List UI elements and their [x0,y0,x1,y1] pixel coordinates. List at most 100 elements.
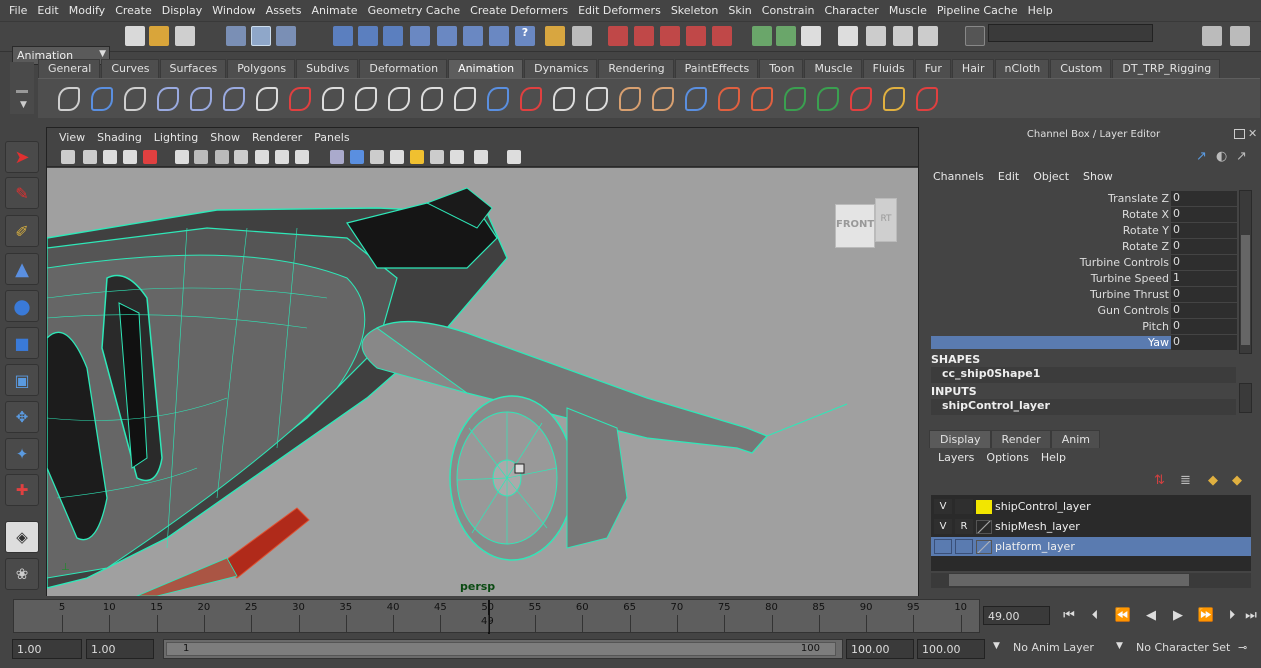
step-forward-key-icon[interactable]: ⏩ [1196,608,1216,626]
menu-edit-deformers[interactable]: Edit Deformers [573,4,666,17]
quick-select-icon[interactable] [965,26,985,46]
move-tool-button[interactable]: ▲ [5,253,39,285]
shelf-tab-painteffects[interactable]: PaintEffects [674,59,759,78]
shelf-tab-dynamics[interactable]: Dynamics [524,59,598,78]
layer-display-type-toggle[interactable] [955,499,973,514]
shelf-tab-ncloth[interactable]: nCloth [994,59,1050,78]
time-slider[interactable]: 49 5101520253035404550556065707580859095… [13,599,980,634]
lasso-tool-button[interactable]: ✎ [5,177,39,209]
cluster-icon[interactable] [751,87,773,111]
default-light-icon[interactable] [390,150,404,164]
layer-menu-help[interactable]: Help [1035,451,1072,464]
go-to-start-icon[interactable]: ⏮ [1059,608,1079,626]
bookmark-icon[interactable] [83,150,97,164]
layer-hscroll-thumb[interactable] [949,574,1189,586]
view-cube[interactable]: FRONT RT [835,198,897,248]
history-icon[interactable] [463,26,483,46]
anim-start-field[interactable]: 1.00 [86,639,154,659]
menu-create[interactable]: Create [110,4,157,17]
channel-row[interactable]: Rotate Z0 [931,238,1253,254]
layer-color-swatch[interactable] [976,499,992,514]
shape-node[interactable]: cc_ship0Shape1 [931,367,1236,383]
menu-modify[interactable]: Modify [64,4,110,17]
single-perspective-layout-button[interactable]: ◈ [5,521,39,553]
menu-display[interactable]: Display [157,4,208,17]
channel-value-field[interactable]: 0 [1171,190,1237,206]
rigid-bind-icon[interactable] [190,87,212,111]
menu-constrain[interactable]: Constrain [757,4,820,17]
render-settings-icon[interactable] [866,26,886,46]
select-tool-button[interactable]: ➤ [5,141,39,173]
smooth-shade-icon[interactable] [215,150,229,164]
menu-assets[interactable]: Assets [261,4,307,17]
shelf-tab-fur[interactable]: Fur [914,59,951,78]
menu-skin[interactable]: Skin [723,4,756,17]
snap-point-icon[interactable] [383,26,403,46]
show-manipulator-button[interactable]: ✦ [5,438,39,470]
ik-handle-icon[interactable] [91,87,113,111]
reroot-icon[interactable] [454,87,476,111]
shelf-tab-curves[interactable]: Curves [101,59,159,78]
end-time-field[interactable]: 100.00 [917,639,985,659]
channel-menu-object[interactable]: Object [1026,170,1076,186]
snap-curve-icon[interactable] [358,26,378,46]
snap-curve-magnet-icon[interactable] [634,26,654,46]
channel-row[interactable]: Rotate X0 [931,206,1253,222]
shelf-tab-hair[interactable]: Hair [951,59,994,78]
range-slider[interactable]: 1 100 [163,639,843,659]
shelf-tab-rendering[interactable]: Rendering [598,59,674,78]
channel-row[interactable]: Turbine Controls 0 [931,254,1253,270]
point-constraint-icon[interactable] [487,87,509,111]
character-set-dropdown[interactable]: No Character Set [1136,637,1230,657]
channel-row[interactable]: Translate Z0 [931,190,1253,206]
channel-scrollbar[interactable] [1239,190,1252,354]
shelf-tab-toon[interactable]: Toon [759,59,804,78]
rotate-tool-button[interactable]: ● [5,290,39,322]
new-scene-icon[interactable] [125,26,145,46]
play-forwards-icon[interactable]: ▶ [1168,608,1188,626]
layer-visibility-toggle[interactable]: V [934,519,952,534]
character-set-arrow-icon[interactable]: ▼ [1116,637,1123,657]
save-scene-icon[interactable] [175,26,195,46]
menu-muscle[interactable]: Muscle [884,4,932,17]
shelf-tab-animation[interactable]: Animation [448,59,524,78]
head-b-icon[interactable] [652,87,674,111]
layer-color-swatch[interactable] [976,539,992,554]
shelf-options-arrow-icon[interactable]: ▼ [20,100,27,110]
float-panel-icon[interactable] [1234,129,1245,139]
new-layer-selected-icon[interactable]: ≣ [1180,473,1191,488]
new-layer-icon[interactable]: ⇅ [1154,473,1165,488]
grease-pencil-icon[interactable] [507,150,521,164]
scale-constraint-icon[interactable] [586,87,608,111]
select-camera-icon[interactable] [430,150,444,164]
toggle-attribute-editor-icon[interactable] [1202,26,1222,46]
hypershade-icon[interactable] [893,26,913,46]
lock-icon[interactable] [545,26,565,46]
step-back-frame-icon[interactable]: ⏴ [1085,608,1105,626]
channel-value-field[interactable]: 0 [1171,302,1237,318]
channel-value-field[interactable]: 0 [1171,286,1237,302]
select-component-icon[interactable] [276,26,296,46]
inputs-scrollbar[interactable] [1239,383,1252,413]
film-gate-icon[interactable] [143,150,157,164]
layer-color-swatch[interactable] [976,519,992,534]
go-to-end-icon[interactable]: ⏭ [1243,608,1259,626]
input-node[interactable]: shipControl_layer [931,399,1236,415]
menu-file[interactable]: File [4,4,32,17]
insert-joint-icon[interactable] [355,87,377,111]
channel-value-field[interactable]: 0 [1171,222,1237,238]
shelf-menu-icon[interactable] [16,90,28,93]
start-time-field[interactable]: 1.00 [12,639,82,659]
step-back-key-icon[interactable]: ⏪ [1113,608,1133,626]
manipulator-tool-button[interactable]: ▣ [5,364,39,396]
play-backwards-icon[interactable]: ◀ [1141,608,1161,626]
step-forward-frame-icon[interactable]: ⏵ [1222,608,1242,626]
channel-menu-show[interactable]: Show [1076,170,1120,186]
layer-editor-mode-icon[interactable]: ◐ [1216,149,1227,164]
toggle-channel-box-icon[interactable] [1230,26,1250,46]
channel-scroll-thumb[interactable] [1241,235,1250,345]
camera-icon[interactable] [61,150,75,164]
image-plane-icon[interactable] [103,150,117,164]
anim-end-field[interactable]: 100.00 [846,639,914,659]
menu-pipeline-cache[interactable]: Pipeline Cache [932,4,1023,17]
